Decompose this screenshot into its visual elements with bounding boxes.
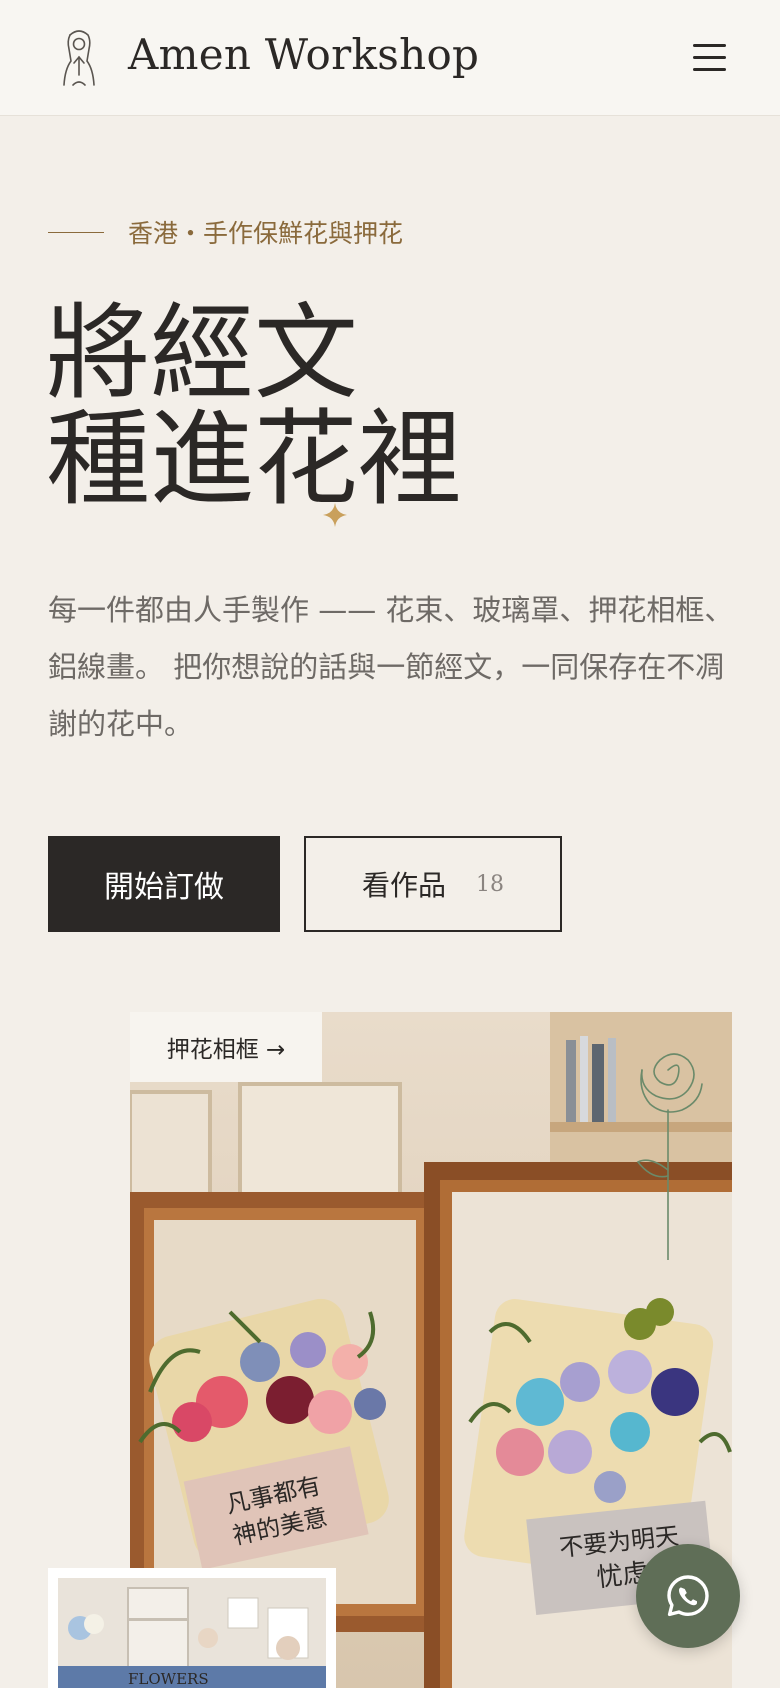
hero-eyebrow: 香港・手作保鮮花與押花 (48, 215, 403, 249)
brand-name[interactable]: Amen Workshop (128, 30, 479, 79)
view-works-button[interactable]: 看作品 18 (304, 836, 562, 932)
eyebrow-text: 香港・手作保鮮花與押花 (128, 219, 404, 248)
flower-shop-shelf-image: FLOWERS (58, 1578, 326, 1688)
whatsapp-icon (667, 1575, 709, 1617)
eyebrow-divider (48, 231, 104, 233)
start-order-button[interactable]: 開始訂做 (48, 836, 280, 932)
whatsapp-button[interactable] (636, 1544, 740, 1648)
sparkle-icon (323, 503, 347, 527)
rose-line-icon (636, 1053, 703, 1260)
works-count: 18 (476, 871, 504, 897)
secondary-photo-text: FLOWERS (128, 1670, 209, 1688)
start-order-label: 開始訂做 (104, 870, 224, 905)
hero-title-line-2: 種進花裡 (46, 398, 463, 520)
hero-description: 每一件都由人手製作 —— 花束、玻璃罩、押花相框、鋁線畫。 把你想說的話與一節經… (48, 593, 734, 741)
view-works-label: 看作品 (361, 869, 446, 902)
site-header: Amen Workshop (0, 0, 780, 116)
hero-title-line-1: 將經文 (46, 292, 359, 414)
secondary-product-photo[interactable]: FLOWERS (48, 1568, 336, 1688)
featured-category-tag[interactable]: 押花相框 → (130, 1012, 322, 1082)
praying-figure-logo-icon[interactable] (54, 27, 104, 89)
hero-title: 將經文 種進花裡 (46, 300, 462, 512)
hamburger-menu-icon[interactable] (690, 38, 730, 78)
